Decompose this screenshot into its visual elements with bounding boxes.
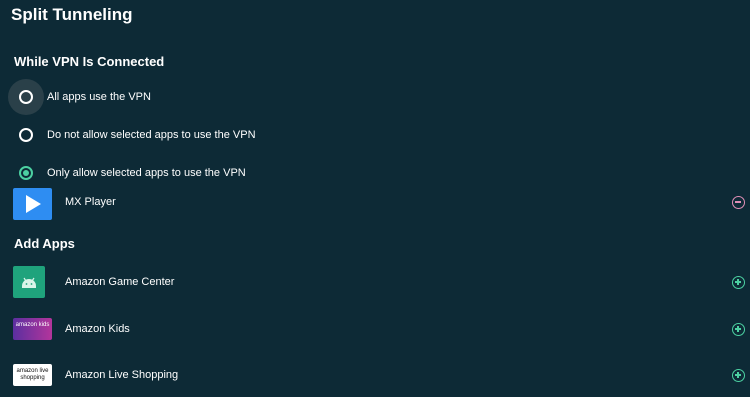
vpn-section-title: While VPN Is Connected <box>14 54 165 69</box>
add-apps-title: Add Apps <box>14 236 75 251</box>
radio-option-all-apps[interactable]: All apps use the VPN <box>8 79 734 115</box>
remove-circle-icon[interactable] <box>732 196 745 209</box>
android-icon <box>13 266 45 298</box>
amazon-live-icon: amazon live shopping <box>13 364 52 386</box>
selected-app-row[interactable]: MX Player <box>13 183 748 221</box>
add-circle-icon[interactable] <box>732 323 745 336</box>
radio-button-icon[interactable] <box>19 90 33 104</box>
add-app-row[interactable]: Amazon Game Center <box>13 263 748 301</box>
app-name: Amazon Live Shopping <box>65 369 179 381</box>
radio-button-checked-icon[interactable] <box>19 166 33 180</box>
app-name: Amazon Game Center <box>65 276 175 288</box>
amazon-kids-icon: amazon kids <box>13 318 52 340</box>
add-app-row[interactable]: amazon live shopping Amazon Live Shoppin… <box>13 356 748 394</box>
add-circle-icon[interactable] <box>732 369 745 382</box>
app-name: Amazon Kids <box>65 323 130 335</box>
radio-label: Do not allow selected apps to use the VP… <box>47 129 256 141</box>
add-circle-icon[interactable] <box>732 276 745 289</box>
add-app-row[interactable]: amazon kids Amazon Kids <box>13 310 748 348</box>
page-title: Split Tunneling <box>11 5 133 24</box>
radio-option-disallow-selected[interactable]: Do not allow selected apps to use the VP… <box>14 118 734 152</box>
radio-label: All apps use the VPN <box>47 91 151 103</box>
app-name: MX Player <box>65 196 116 208</box>
radio-button-icon[interactable] <box>19 128 33 142</box>
radio-label: Only allow selected apps to use the VPN <box>47 167 246 179</box>
mx-player-icon <box>13 188 52 220</box>
